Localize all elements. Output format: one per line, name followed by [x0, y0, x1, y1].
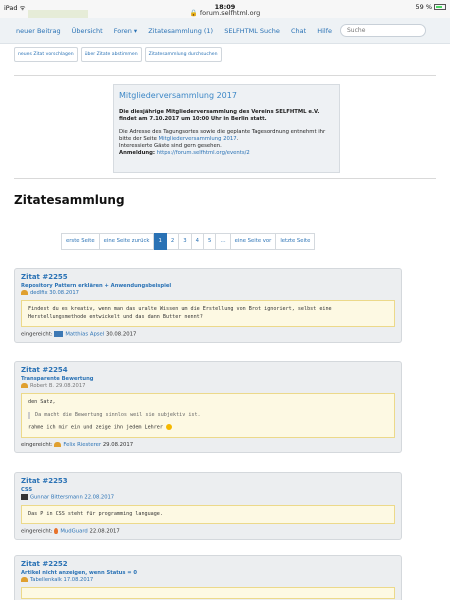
- search-input[interactable]: [340, 24, 426, 37]
- quote-author: dedlfix 30.08.2017: [21, 290, 395, 296]
- vote-quotes-button[interactable]: über Zitate abstimmen: [80, 47, 142, 62]
- page-2[interactable]: 2: [166, 233, 180, 250]
- quote-body: den Satz, Da macht die Bewertung sinnlos…: [21, 393, 395, 438]
- notice-text: Die Adresse des Tagungsortes sowie die g…: [119, 129, 326, 156]
- notice-title: Mitgliederversammlung 2017: [119, 91, 237, 100]
- user-avatar-icon: [54, 331, 64, 337]
- page-4[interactable]: 4: [191, 233, 204, 250]
- page-last[interactable]: letzte Seite: [276, 233, 316, 250]
- nav-new-post[interactable]: neuer Beitrag: [16, 27, 61, 35]
- search-quotes-button[interactable]: Zitatesammlung durchsuchen: [144, 47, 222, 62]
- divider: [14, 178, 436, 179]
- quote-subject[interactable]: CSS: [21, 487, 395, 493]
- page-1[interactable]: 1: [154, 233, 167, 250]
- quote-author: Robert B. 29.08.2017: [21, 383, 395, 389]
- quote-card: Zitat #2252 Artikel nicht anzeigen, wenn…: [14, 555, 402, 600]
- pagination: erste Seite eine Seite zurück 1 2 3 4 5 …: [61, 233, 316, 250]
- nav-links: neuer Beitrag Übersicht Foren ▾ Zitatesa…: [16, 27, 341, 35]
- quote-title[interactable]: Zitat #2255: [21, 273, 395, 281]
- quote-title[interactable]: Zitat #2252: [21, 560, 395, 568]
- nav-help[interactable]: Hilfe: [317, 27, 332, 35]
- quote-submitted: eingereicht: MudGuard 22.08.2017: [21, 528, 120, 535]
- user-icon: [21, 290, 28, 295]
- quote-card: Zitat #2253 CSS Gunnar Bittersmann 22.08…: [14, 472, 402, 540]
- nav-quotes[interactable]: Zitatesammlung (1): [148, 27, 213, 35]
- nav-chat[interactable]: Chat: [291, 27, 306, 35]
- quote-card: Zitat #2255 Repository Pattern erklären …: [14, 268, 402, 343]
- nested-quote: Da macht die Bewertung sinnlos weil sie …: [28, 411, 388, 419]
- event-notice: Mitgliederversammlung 2017 Die diesjähri…: [113, 84, 340, 173]
- page-prev[interactable]: eine Seite zurück: [99, 233, 155, 250]
- quote-body: Findest du es kreativ, wenn man das ural…: [21, 300, 395, 327]
- user-icon: [54, 442, 62, 447]
- quote-submitted: eingereicht: Felix Riesterer 29.08.2017: [21, 442, 134, 448]
- quote-title[interactable]: Zitat #2253: [21, 477, 395, 485]
- quote-submitted: eingereicht: Matthias Apsel 30.08.2017: [21, 331, 137, 338]
- quote-author: Tabellenkalk 17.08.2017: [21, 577, 395, 583]
- quote-body: [21, 587, 395, 599]
- page-next[interactable]: eine Seite vor: [230, 233, 277, 250]
- user-icon: [21, 383, 28, 388]
- quote-title[interactable]: Zitat #2254: [21, 366, 395, 374]
- site-logo[interactable]: [28, 10, 88, 18]
- quote-subject[interactable]: Transparente Bewertung: [21, 376, 395, 382]
- signup-link[interactable]: https://forum.selfhtml.org/events/2: [157, 150, 250, 156]
- quote-subject[interactable]: Artikel nicht anzeigen, wenn Status = 0: [21, 570, 395, 576]
- page-5[interactable]: 5: [203, 233, 217, 250]
- notice-bold-text: Die diesjährige Mitgliederversammlung de…: [119, 109, 320, 122]
- quote-actions: neues Zitat vorschlagen über Zitate abst…: [14, 47, 222, 62]
- quote-author: Gunnar Bittersmann 22.08.2017: [21, 494, 395, 501]
- quote-card: Zitat #2254 Transparente Bewertung Rober…: [14, 361, 402, 453]
- notice-link[interactable]: Mitgliederversammlung 2017: [159, 136, 237, 142]
- smiley-icon: [166, 424, 173, 430]
- flame-icon: [54, 528, 59, 534]
- quote-subject[interactable]: Repository Pattern erklären + Anwendungs…: [21, 283, 395, 289]
- page-ellipsis: …: [216, 233, 231, 250]
- divider: [14, 75, 436, 76]
- nav-forums-dropdown[interactable]: Foren ▾: [114, 27, 137, 35]
- user-avatar-icon: [21, 494, 28, 500]
- page-3[interactable]: 3: [179, 233, 192, 250]
- nav-overview[interactable]: Übersicht: [72, 27, 103, 35]
- user-icon: [21, 577, 28, 582]
- page-title: Zitatesammlung: [14, 193, 125, 207]
- nav-selfhtml-search[interactable]: SELFHTML Suche: [224, 27, 280, 35]
- quote-body: Das P in CSS steht für programming langu…: [21, 504, 395, 524]
- suggest-quote-button[interactable]: neues Zitat vorschlagen: [14, 47, 78, 62]
- top-navigation: neuer Beitrag Übersicht Foren ▾ Zitatesa…: [0, 10, 450, 44]
- page-first[interactable]: erste Seite: [61, 233, 100, 250]
